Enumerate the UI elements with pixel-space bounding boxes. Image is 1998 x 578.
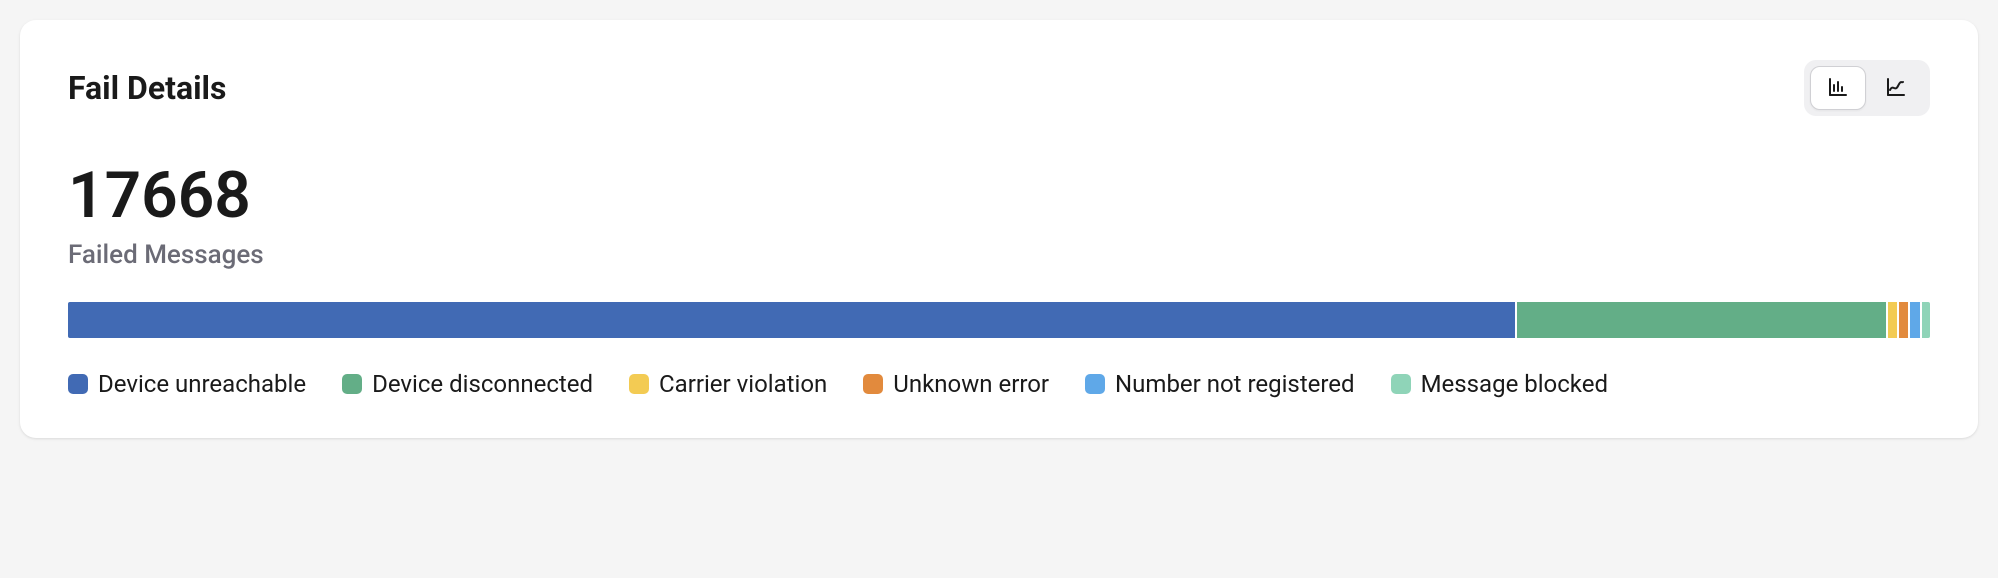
legend-label: Device disconnected xyxy=(372,370,593,398)
failed-messages-label: Failed Messages xyxy=(68,240,1930,270)
bar-chart-icon xyxy=(1826,75,1850,102)
legend-item[interactable]: Device disconnected xyxy=(342,370,593,398)
legend-item[interactable]: Device unreachable xyxy=(68,370,306,398)
legend-swatch xyxy=(863,374,883,394)
legend-label: Device unreachable xyxy=(98,370,306,398)
legend-label: Unknown error xyxy=(893,370,1049,398)
legend-swatch xyxy=(1085,374,1105,394)
legend-label: Message blocked xyxy=(1421,370,1608,398)
legend-item[interactable]: Unknown error xyxy=(863,370,1049,398)
legend-swatch xyxy=(629,374,649,394)
bar-segment xyxy=(1922,302,1930,338)
bar-segment xyxy=(68,302,1515,338)
legend-item[interactable]: Number not registered xyxy=(1085,370,1355,398)
chart-view-toggle-group xyxy=(1804,60,1930,116)
line-chart-view-button[interactable] xyxy=(1868,66,1924,110)
bar-segment xyxy=(1517,302,1886,338)
bar-segment xyxy=(1910,302,1919,338)
bar-segment xyxy=(1899,302,1908,338)
legend-item[interactable]: Carrier violation xyxy=(629,370,827,398)
fail-breakdown-stacked-bar xyxy=(68,302,1930,338)
bar-chart-view-button[interactable] xyxy=(1810,66,1866,110)
legend-label: Carrier violation xyxy=(659,370,827,398)
line-chart-icon xyxy=(1884,75,1908,102)
legend-swatch xyxy=(1391,374,1411,394)
chart-legend: Device unreachable Device disconnected Car… xyxy=(68,370,1930,398)
fail-details-card: Fail Details xyxy=(20,20,1978,438)
card-header-row: Fail Details xyxy=(68,60,1930,116)
legend-swatch xyxy=(68,374,88,394)
card-title: Fail Details xyxy=(68,69,226,107)
failed-messages-count: 17668 xyxy=(68,164,1930,228)
legend-label: Number not registered xyxy=(1115,370,1355,398)
bar-segment xyxy=(1888,302,1897,338)
legend-item[interactable]: Message blocked xyxy=(1391,370,1608,398)
legend-swatch xyxy=(342,374,362,394)
